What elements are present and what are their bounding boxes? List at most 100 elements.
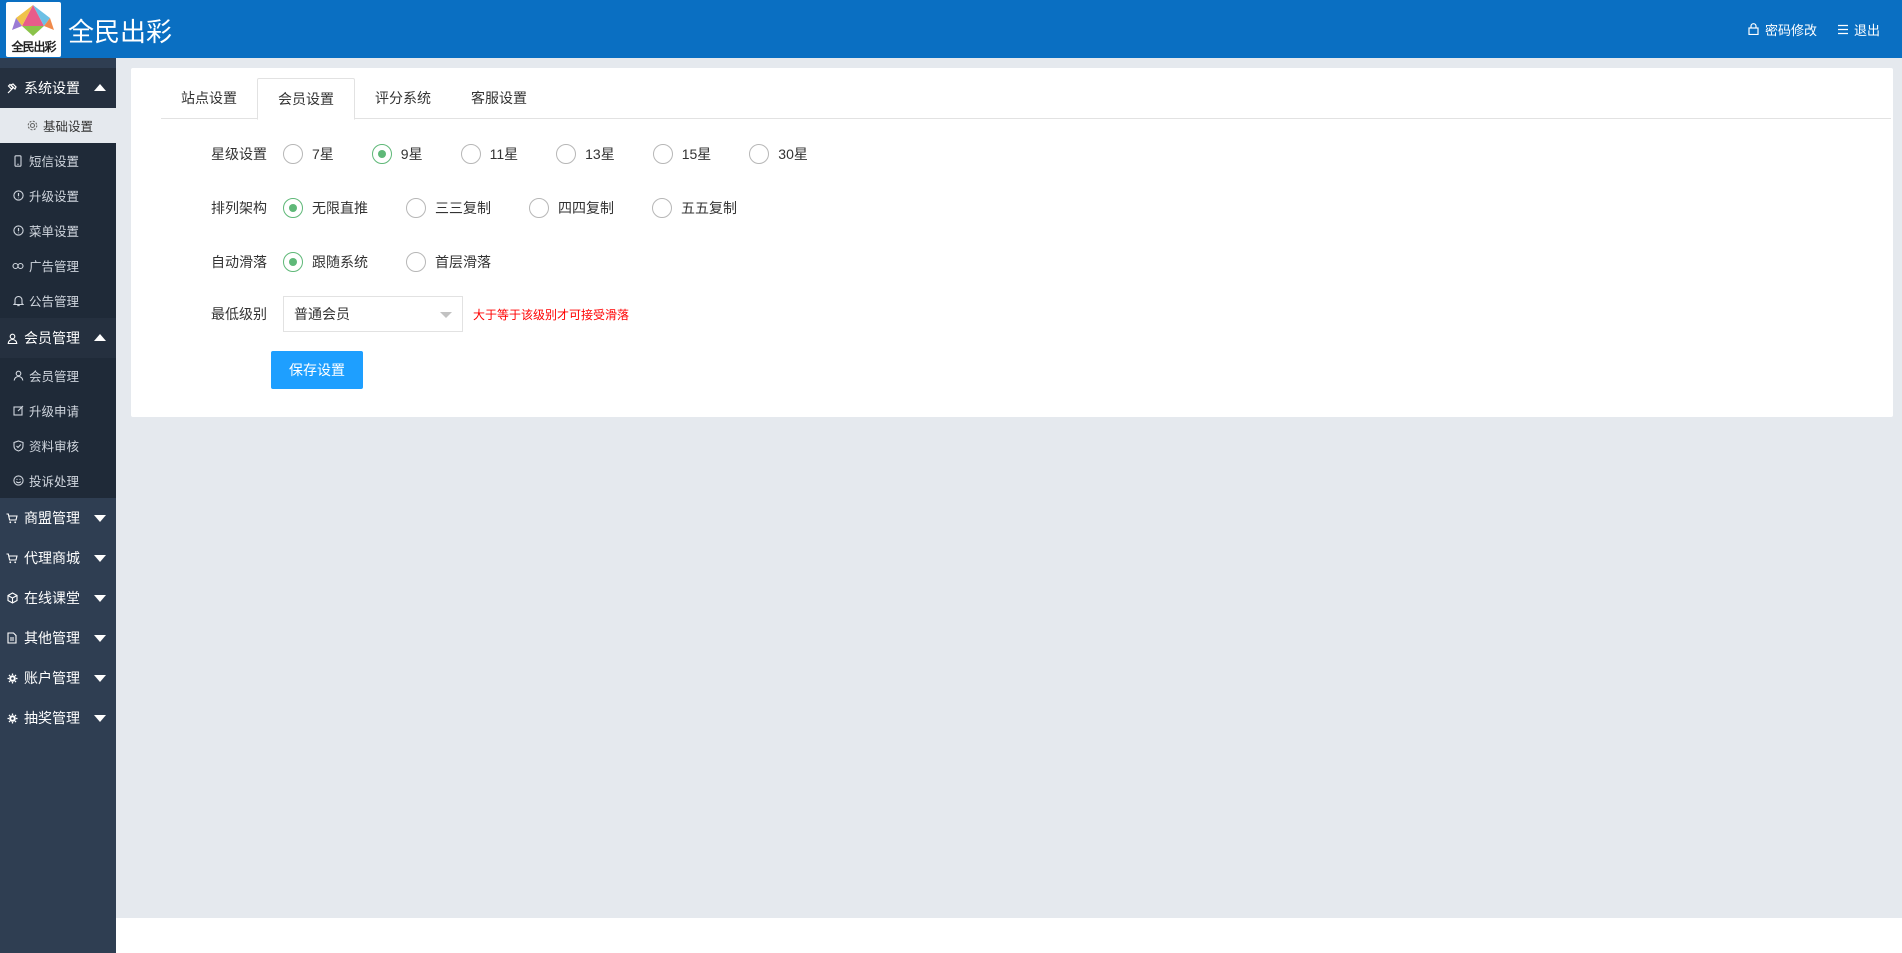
radio-button-checked[interactable] (371, 144, 392, 164)
sidebar-item-label: 升级申请 (29, 405, 80, 419)
sidebar-group-agent-mall[interactable]: 代理商城 (0, 538, 116, 578)
sidebar-item-label: 投诉处理 (29, 475, 80, 489)
sidebar-group-system-settings[interactable]: 系统设置 (0, 68, 116, 108)
chevron-down-icon (94, 675, 106, 682)
radio-label: 三三复制 (435, 200, 491, 216)
logo-text: 全民出彩 (11, 40, 56, 54)
tab-rating-system[interactable]: 评分系统 (355, 78, 451, 119)
sidebar-item-sms-settings[interactable]: 短信设置 (0, 143, 116, 178)
radio-button-checked[interactable] (283, 252, 303, 272)
radio-label: 无限直推 (312, 200, 368, 216)
sidebar-group-alliance-management[interactable]: 商盟管理 (0, 498, 116, 538)
form-row-min-level: 最低级别 普通会员 大于等于该级别才可接受滑落 (211, 296, 629, 332)
sidebar-group-label: 账户管理 (24, 670, 80, 686)
radio-follow-system[interactable]: 跟随系统 (271, 252, 368, 272)
sidebar-item-label: 广告管理 (29, 260, 80, 274)
chevron-down-icon (94, 635, 106, 642)
radio-star-13[interactable]: 13星 (544, 144, 615, 164)
sidebar-item-ad-management[interactable]: 广告管理 (0, 248, 116, 283)
sidebar-group-label: 代理商城 (24, 550, 80, 566)
sidebar-group-member-management[interactable]: 会员管理 (0, 318, 116, 358)
radio-label: 15星 (681, 146, 712, 162)
radio-button[interactable] (460, 144, 481, 164)
sidebar-item-profile-review[interactable]: 资料审核 (0, 428, 116, 463)
radio-first-layer-slide[interactable]: 首层滑落 (394, 252, 491, 272)
tab-member-settings[interactable]: 会员设置 (257, 78, 355, 120)
edit-icon (12, 405, 24, 417)
form-row-arrangement: 排列架构 无限直推 三三复制 四四复制 五五复制 (211, 193, 763, 223)
sidebar-item-member-list[interactable]: 会员管理 (0, 358, 116, 393)
logout-link[interactable]: 退出 (1837, 20, 1880, 39)
radio-label: 11星 (489, 146, 519, 162)
select-value: 普通会员 (294, 306, 350, 322)
footer-area (116, 918, 1902, 953)
sidebar-item-label: 会员管理 (29, 370, 80, 384)
chevron-down-icon (94, 515, 106, 522)
sidebar-group-label: 在线课堂 (24, 590, 80, 606)
radio-button[interactable] (652, 198, 672, 218)
smile-icon (12, 475, 24, 487)
settings-tabs: 站点设置 会员设置 评分系统 客服设置 (161, 78, 1891, 120)
sidebar-item-label: 菜单设置 (29, 225, 80, 239)
tab-customer-service-settings[interactable]: 客服设置 (451, 78, 547, 119)
gear-icon (6, 712, 18, 724)
sidebar-item-upgrade-requests[interactable]: 升级申请 (0, 393, 116, 428)
change-password-label: 密码修改 (1764, 22, 1817, 38)
sidebar-group-other-management[interactable]: 其他管理 (0, 618, 116, 658)
info-circle-icon (12, 190, 24, 202)
submenu-system-settings: 基础设置 短信设置 升级设置 菜单设置 广告管理 公告管理 (0, 108, 116, 318)
chevron-down-icon (440, 312, 452, 318)
radio-star-11[interactable]: 11星 (449, 144, 519, 164)
radio-button[interactable] (406, 198, 426, 218)
form-row-auto-slide: 自动滑落 跟随系统 首层滑落 (211, 247, 517, 277)
logo-graphic-icon (12, 5, 54, 36)
save-settings-button[interactable]: 保存设置 (271, 351, 363, 389)
sidebar-group-label: 系统设置 (24, 80, 80, 96)
bell-icon (12, 295, 24, 307)
radio-star-30[interactable]: 30星 (737, 144, 808, 164)
radio-button[interactable] (652, 144, 673, 164)
app-logo[interactable]: 全民出彩 (6, 2, 61, 57)
sidebar-group-label: 会员管理 (24, 330, 80, 346)
radio-button[interactable] (406, 252, 426, 272)
form-label: 自动滑落 (211, 254, 267, 270)
radio-five-five[interactable]: 五五复制 (640, 198, 737, 218)
change-password-link[interactable]: 密码修改 (1748, 20, 1817, 39)
sidebar-group-lottery-management[interactable]: 抽奖管理 (0, 698, 116, 738)
sidebar-item-menu-settings[interactable]: 菜单设置 (0, 213, 116, 248)
gear-icon (26, 120, 38, 132)
sidebar-group-account-management[interactable]: 账户管理 (0, 658, 116, 698)
top-header: 全民出彩 全民出彩 密码修改 退出 (0, 0, 1902, 58)
sidebar-item-complaint-handling[interactable]: 投诉处理 (0, 463, 116, 498)
logout-label: 退出 (1853, 22, 1880, 38)
radio-star-9[interactable]: 9星 (360, 144, 423, 164)
radio-unlimited-direct[interactable]: 无限直推 (271, 198, 368, 218)
submenu-member-management: 会员管理 升级申请 资料审核 投诉处理 (0, 358, 116, 498)
sidebar-item-announcement-management[interactable]: 公告管理 (0, 283, 116, 318)
sidebar-item-upgrade-settings[interactable]: 升级设置 (0, 178, 116, 213)
menu-lines-icon (1837, 23, 1849, 35)
radio-button-checked[interactable] (283, 198, 303, 218)
radio-three-three[interactable]: 三三复制 (394, 198, 491, 218)
radio-button[interactable] (283, 144, 303, 164)
radio-label: 7星 (312, 146, 334, 162)
sidebar-item-basic-settings[interactable]: 基础设置 (0, 108, 116, 143)
sidebar: 系统设置 基础设置 短信设置 升级设置 菜单设置 广告管理 公告管理 会员管理 … (0, 58, 116, 953)
radio-button[interactable] (749, 144, 770, 164)
radio-button[interactable] (529, 198, 549, 218)
radio-four-four[interactable]: 四四复制 (517, 198, 614, 218)
radio-star-15[interactable]: 15星 (641, 144, 712, 164)
cube-icon (6, 592, 18, 604)
form-row-star-level: 星级设置 7星 9星 11星 13星 15星 30星 (211, 139, 834, 169)
min-level-select[interactable]: 普通会员 (283, 296, 463, 332)
user-icon (12, 370, 24, 382)
tab-site-settings[interactable]: 站点设置 (161, 78, 257, 119)
radio-star-7[interactable]: 7星 (271, 144, 334, 164)
sidebar-group-online-classroom[interactable]: 在线课堂 (0, 578, 116, 618)
radio-label: 13星 (585, 146, 615, 162)
cart-icon (6, 512, 18, 524)
radio-button[interactable] (556, 144, 577, 164)
link-icon (12, 260, 24, 272)
radio-label: 首层滑落 (435, 254, 491, 270)
min-level-hint: 大于等于该级别才可接受滑落 (473, 307, 630, 322)
